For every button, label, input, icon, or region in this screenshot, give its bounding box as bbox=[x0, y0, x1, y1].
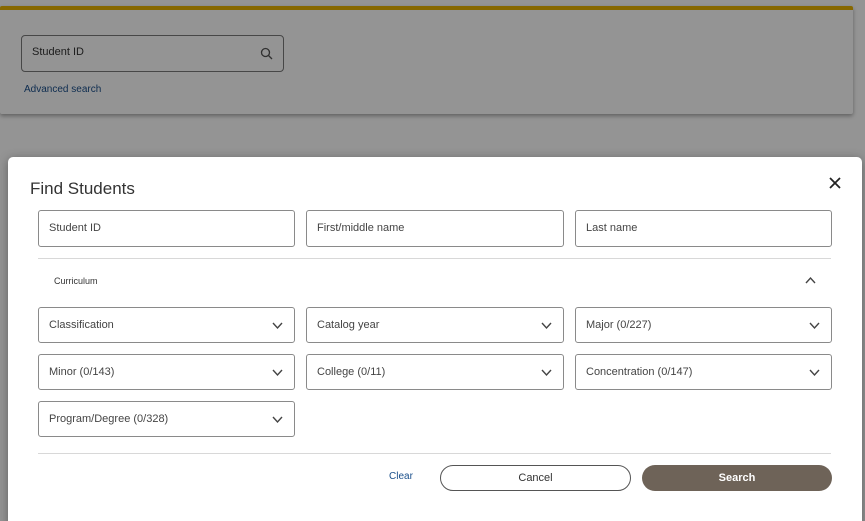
last-name-placeholder: Last name bbox=[586, 222, 638, 234]
chevron-down-icon bbox=[541, 369, 552, 377]
last-name-field[interactable]: Last name bbox=[575, 210, 832, 247]
search-button[interactable]: Search bbox=[642, 465, 832, 491]
chevron-down-icon bbox=[272, 369, 283, 377]
student-id-field[interactable]: Student ID bbox=[38, 210, 295, 247]
college-label: College (0/11) bbox=[317, 366, 386, 378]
concentration-label: Concentration (0/147) bbox=[586, 366, 693, 378]
close-button[interactable] bbox=[826, 174, 844, 192]
major-label: Major (0/227) bbox=[586, 319, 652, 331]
clear-link[interactable]: Clear bbox=[389, 471, 413, 482]
minor-label: Minor (0/143) bbox=[49, 366, 115, 378]
dialog-title: Find Students bbox=[30, 179, 135, 198]
first-middle-name-field[interactable]: First/middle name bbox=[306, 210, 564, 247]
program-degree-label: Program/Degree (0/328) bbox=[49, 413, 169, 425]
catalog-year-label: Catalog year bbox=[317, 319, 380, 331]
minor-select[interactable]: Minor (0/143) bbox=[38, 354, 295, 390]
major-select[interactable]: Major (0/227) bbox=[575, 307, 832, 343]
classification-select[interactable]: Classification bbox=[38, 307, 295, 343]
chevron-down-icon bbox=[809, 369, 820, 377]
divider bbox=[38, 453, 831, 454]
chevron-down-icon bbox=[541, 322, 552, 330]
college-select[interactable]: College (0/11) bbox=[306, 354, 564, 390]
cancel-button[interactable]: Cancel bbox=[440, 465, 631, 491]
student-id-placeholder: Student ID bbox=[49, 222, 101, 234]
catalog-year-select[interactable]: Catalog year bbox=[306, 307, 564, 343]
chevron-down-icon bbox=[809, 322, 820, 330]
find-students-dialog: Find Students Student ID First/middle na… bbox=[8, 157, 862, 521]
classification-label: Classification bbox=[49, 319, 114, 331]
first-middle-name-placeholder: First/middle name bbox=[317, 222, 405, 234]
chevron-down-icon bbox=[272, 416, 283, 424]
divider bbox=[38, 258, 831, 259]
concentration-select[interactable]: Concentration (0/147) bbox=[575, 354, 832, 390]
chevron-down-icon bbox=[272, 322, 283, 330]
curriculum-section-label: Curriculum bbox=[54, 276, 98, 286]
chevron-up-icon[interactable] bbox=[805, 276, 816, 284]
program-degree-select[interactable]: Program/Degree (0/328) bbox=[38, 401, 295, 437]
close-icon bbox=[829, 177, 841, 189]
